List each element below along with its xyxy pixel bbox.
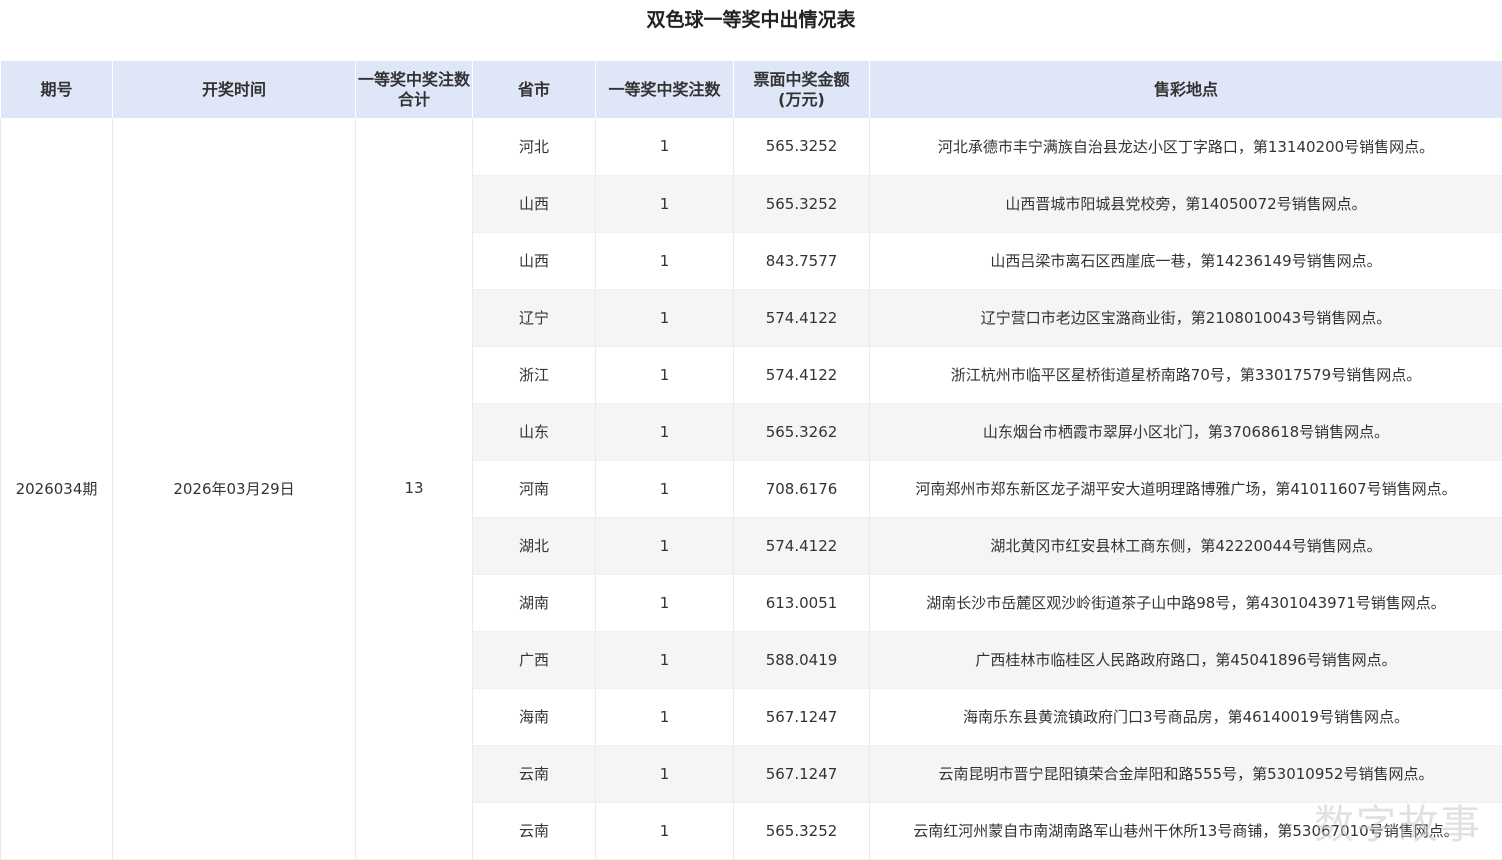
count-cell: 1	[596, 745, 734, 802]
province-cell: 河南	[473, 460, 596, 517]
location-cell: 云南昆明市晋宁昆阳镇荣合金岸阳和路555号，第53010952号销售网点。	[870, 745, 1502, 802]
count-cell: 1	[596, 403, 734, 460]
province-cell: 山西	[473, 175, 596, 232]
province-cell: 湖北	[473, 517, 596, 574]
province-cell: 广西	[473, 631, 596, 688]
province-cell: 海南	[473, 688, 596, 745]
location-cell: 湖北黄冈市红安县林工商东侧，第42220044号销售网点。	[870, 517, 1502, 574]
amount-cell: 565.3252	[734, 118, 870, 175]
location-cell: 浙江杭州市临平区星桥街道星桥南路70号，第33017579号销售网点。	[870, 346, 1502, 403]
province-cell: 河北	[473, 118, 596, 175]
amount-cell: 843.7577	[734, 232, 870, 289]
header-amount: 票面中奖金额 (万元)	[734, 61, 870, 118]
province-cell: 浙江	[473, 346, 596, 403]
location-cell: 山西吕梁市离石区西崖底一巷，第14236149号销售网点。	[870, 232, 1502, 289]
period-cell: 2026034期	[1, 118, 113, 859]
location-cell: 云南红河州蒙自市南湖南路军山巷州干休所13号商铺，第53067010号销售网点。	[870, 802, 1502, 859]
count-cell: 1	[596, 460, 734, 517]
amount-cell: 567.1247	[734, 745, 870, 802]
count-cell: 1	[596, 232, 734, 289]
table-row: 2026034期2026年03月29日13河北1565.3252河北承德市丰宁满…	[1, 118, 1502, 175]
location-cell: 广西桂林市临桂区人民路政府路口，第45041896号销售网点。	[870, 631, 1502, 688]
amount-cell: 574.4122	[734, 289, 870, 346]
province-cell: 山东	[473, 403, 596, 460]
count-cell: 1	[596, 688, 734, 745]
total-count-cell: 13	[356, 118, 473, 859]
province-cell: 云南	[473, 802, 596, 859]
draw-time-cell: 2026年03月29日	[113, 118, 356, 859]
header-amount-line1: 票面中奖金额	[753, 70, 849, 89]
amount-cell: 708.6176	[734, 460, 870, 517]
count-cell: 1	[596, 289, 734, 346]
header-province: 省市	[473, 61, 596, 118]
province-cell: 辽宁	[473, 289, 596, 346]
header-total-count-line1: 一等奖中奖注数	[358, 70, 470, 89]
header-period: 期号	[1, 61, 113, 118]
province-cell: 云南	[473, 745, 596, 802]
amount-cell: 567.1247	[734, 688, 870, 745]
table-body: 2026034期2026年03月29日13河北1565.3252河北承德市丰宁满…	[1, 118, 1502, 859]
table-header-row: 期号 开奖时间 一等奖中奖注数 合计 省市 一等奖中奖注数 票面中奖金额 (万元…	[1, 61, 1502, 118]
location-cell: 山西晋城市阳城县党校旁，第14050072号销售网点。	[870, 175, 1502, 232]
count-cell: 1	[596, 802, 734, 859]
count-cell: 1	[596, 574, 734, 631]
count-cell: 1	[596, 346, 734, 403]
count-cell: 1	[596, 118, 734, 175]
amount-cell: 613.0051	[734, 574, 870, 631]
amount-cell: 588.0419	[734, 631, 870, 688]
location-cell: 海南乐东县黄流镇政府门口3号商品房，第46140019号销售网点。	[870, 688, 1502, 745]
page-title: 双色球一等奖中出情况表	[0, 0, 1502, 40]
amount-cell: 574.4122	[734, 517, 870, 574]
header-total-count-line2: 合计	[398, 90, 430, 109]
header-total-count: 一等奖中奖注数 合计	[356, 61, 473, 118]
header-amount-line2: (万元)	[778, 90, 825, 109]
amount-cell: 574.4122	[734, 346, 870, 403]
header-location: 售彩地点	[870, 61, 1502, 118]
amount-cell: 565.3262	[734, 403, 870, 460]
location-cell: 湖南长沙市岳麓区观沙岭街道茶子山中路98号，第4301043971号销售网点。	[870, 574, 1502, 631]
province-cell: 山西	[473, 232, 596, 289]
location-cell: 河南郑州市郑东新区龙子湖平安大道明理路博雅广场，第41011607号销售网点。	[870, 460, 1502, 517]
amount-cell: 565.3252	[734, 802, 870, 859]
location-cell: 辽宁营口市老边区宝潞商业街，第2108010043号销售网点。	[870, 289, 1502, 346]
header-draw-time: 开奖时间	[113, 61, 356, 118]
count-cell: 1	[596, 517, 734, 574]
amount-cell: 565.3252	[734, 175, 870, 232]
count-cell: 1	[596, 631, 734, 688]
winners-table: 期号 开奖时间 一等奖中奖注数 合计 省市 一等奖中奖注数 票面中奖金额 (万元…	[0, 61, 1502, 860]
header-count: 一等奖中奖注数	[596, 61, 734, 118]
location-cell: 河北承德市丰宁满族自治县龙达小区丁字路口，第13140200号销售网点。	[870, 118, 1502, 175]
location-cell: 山东烟台市栖霞市翠屏小区北门，第37068618号销售网点。	[870, 403, 1502, 460]
province-cell: 湖南	[473, 574, 596, 631]
count-cell: 1	[596, 175, 734, 232]
